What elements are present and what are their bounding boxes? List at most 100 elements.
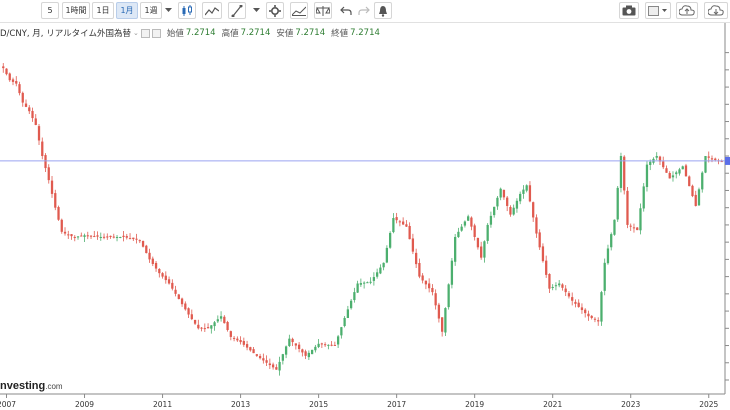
candle-body[interactable] (255, 354, 258, 356)
interval-1d-button[interactable]: 1日 (92, 2, 114, 19)
candle-body[interactable] (232, 337, 236, 339)
candle-body[interactable] (463, 221, 467, 226)
compare-icon[interactable] (290, 2, 308, 19)
candle-body[interactable] (600, 292, 603, 322)
candle-body[interactable] (678, 169, 681, 174)
interval-1h-button[interactable]: 1時間 (62, 2, 90, 19)
candle-body[interactable] (219, 316, 223, 319)
redo-icon[interactable] (356, 2, 372, 19)
candle-body[interactable] (480, 246, 483, 258)
candle-body[interactable] (125, 236, 128, 238)
candle-body[interactable] (180, 298, 184, 305)
candle-body[interactable] (564, 288, 567, 293)
candle-body[interactable] (346, 309, 350, 318)
candle-body[interactable] (112, 236, 115, 238)
candle-body[interactable] (187, 308, 190, 315)
candle-body[interactable] (496, 197, 499, 207)
candle-body[interactable] (434, 293, 437, 306)
candle-body[interactable] (278, 361, 281, 371)
candle-body[interactable] (70, 234, 73, 237)
candle-body[interactable] (167, 279, 171, 284)
candle-body[interactable] (138, 240, 141, 242)
candle-body[interactable] (467, 216, 470, 221)
candle-body[interactable] (411, 238, 415, 252)
candle-body[interactable] (691, 185, 694, 197)
candle-body[interactable] (694, 194, 697, 206)
candle-body[interactable] (671, 175, 675, 178)
candle-body[interactable] (593, 318, 597, 320)
candle-body[interactable] (226, 322, 229, 331)
candle-body[interactable] (184, 303, 187, 310)
candle-body[interactable] (63, 231, 67, 234)
candle-body[interactable] (375, 272, 379, 277)
candle-body[interactable] (499, 188, 502, 198)
candle-body[interactable] (548, 273, 551, 289)
candle-body[interactable] (67, 234, 70, 236)
layout-icon[interactable] (645, 2, 671, 19)
candle-body[interactable] (447, 284, 450, 308)
candle-body[interactable] (343, 317, 346, 327)
candle-body[interactable] (54, 193, 57, 208)
candle-body[interactable] (649, 161, 652, 165)
cloud-load-icon[interactable] (704, 2, 728, 19)
candle-body[interactable] (512, 207, 515, 215)
candle-body[interactable] (148, 252, 151, 260)
candle-body[interactable] (662, 161, 665, 168)
candle-body[interactable] (561, 284, 564, 288)
candle-body[interactable] (580, 307, 584, 311)
candle-body[interactable] (587, 313, 590, 317)
candle-body[interactable] (60, 219, 63, 232)
candle-body[interactable] (115, 236, 119, 238)
candle-body[interactable] (701, 172, 704, 190)
candle-body[interactable] (151, 258, 154, 264)
candle-body[interactable] (203, 328, 206, 330)
candle-body[interactable] (128, 238, 132, 240)
candle-body[interactable] (2, 66, 5, 69)
candle-body[interactable] (486, 224, 489, 241)
candle-body[interactable] (372, 277, 376, 281)
candle-body[interactable] (190, 314, 193, 320)
price-chart[interactable]: 2007 2009 2011 2013 2015 2017 2019 2021 2023 2025 (0, 0, 730, 410)
candle-body[interactable] (460, 226, 463, 231)
candle-body[interactable] (415, 252, 418, 265)
candle-body[interactable] (236, 338, 239, 341)
candle-body[interactable] (665, 168, 668, 173)
candle-body[interactable] (353, 292, 356, 301)
candle-body[interactable] (336, 336, 340, 345)
candle-body[interactable] (577, 302, 580, 307)
candle-body[interactable] (76, 236, 80, 238)
candle-body[interactable] (323, 344, 327, 346)
candle-body[interactable] (714, 158, 717, 161)
candle-body[interactable] (675, 172, 678, 175)
candle-body[interactable] (590, 315, 593, 318)
candle-body[interactable] (395, 217, 398, 221)
candle-body[interactable] (216, 319, 219, 322)
candle-body[interactable] (99, 236, 102, 238)
candle-body[interactable] (193, 319, 197, 324)
candle-body[interactable] (18, 84, 21, 94)
candle-body[interactable] (571, 297, 574, 301)
candle-body[interactable] (554, 285, 558, 287)
candle-body[interactable] (398, 221, 402, 223)
candle-body[interactable] (636, 227, 639, 231)
candle-body[interactable] (623, 156, 626, 191)
candle-body[interactable] (245, 344, 249, 348)
drawing-dropdown-caret-icon[interactable] (250, 2, 262, 19)
candle-body[interactable] (31, 110, 34, 119)
candle-body[interactable] (327, 344, 330, 346)
candle-body[interactable] (567, 293, 571, 297)
candle-body[interactable] (369, 281, 372, 283)
interval-1m-button[interactable]: 1月 (116, 2, 138, 19)
plot-area[interactable] (0, 22, 725, 394)
candle-body[interactable] (629, 225, 632, 227)
camera-icon[interactable] (619, 2, 639, 19)
candle-body[interactable] (470, 217, 473, 227)
candle-body[interactable] (174, 289, 177, 294)
candle-body[interactable] (684, 165, 688, 177)
candle-body[interactable] (213, 322, 216, 327)
candle-body[interactable] (317, 343, 320, 348)
candle-body[interactable] (307, 352, 310, 358)
candle-body[interactable] (96, 235, 99, 237)
candle-body[interactable] (161, 273, 164, 277)
candle-body[interactable] (301, 349, 304, 353)
